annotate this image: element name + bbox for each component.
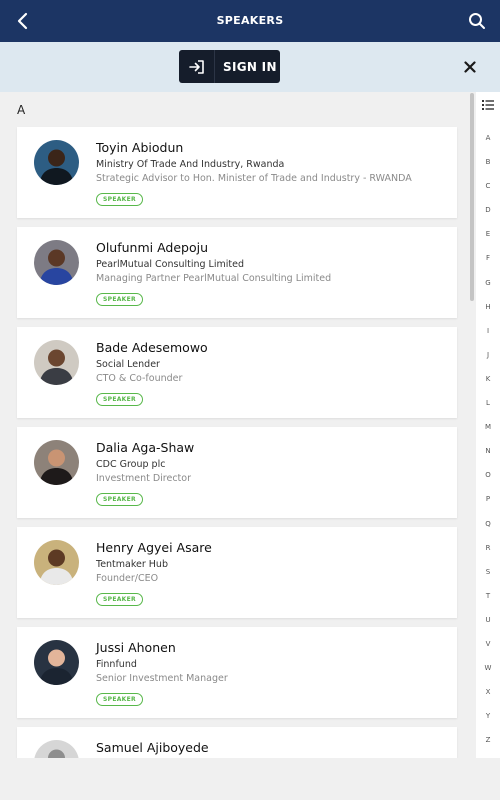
speaker-role: Founder/CEO <box>96 573 159 584</box>
index-letter[interactable]: K <box>476 373 500 397</box>
speaker-card[interactable]: Henry Agyei Asare Tentmaker Hub Founder/CE… <box>17 527 457 618</box>
index-letter[interactable]: E <box>476 228 500 252</box>
speaker-name: Henry Agyei Asare <box>96 540 212 555</box>
person-avatar-icon <box>34 640 79 685</box>
speaker-role: Strategic Advisor to Hon. Minister of Tr… <box>96 173 412 184</box>
close-icon <box>464 61 476 73</box>
speaker-name: Dalia Aga-Shaw <box>96 440 195 455</box>
speaker-card[interactable]: Jussi Ahonen Finnfund Senior Investment Ma… <box>17 627 457 718</box>
speaker-name: Jussi Ahonen <box>96 640 176 655</box>
avatar <box>34 140 79 185</box>
person-avatar-icon <box>34 440 79 485</box>
sign-in-label: SIGN IN <box>223 59 277 74</box>
speaker-badge: SPEAKER <box>96 293 143 306</box>
speaker-card[interactable]: Bade Adesemowo Social Lender CTO & Co-foun… <box>17 327 457 418</box>
speaker-info: Henry Agyei Asare Tentmaker Hub Founder/CE… <box>96 540 447 606</box>
index-letter[interactable]: T <box>476 590 500 614</box>
search-button[interactable] <box>462 6 492 36</box>
speaker-card[interactable]: Dalia Aga-Shaw CDC Group plc Investment Di… <box>17 427 457 518</box>
speaker-info: Toyin Abiodun Ministry Of Trade And Indus… <box>96 140 447 206</box>
index-letter[interactable]: A <box>476 132 500 156</box>
avatar <box>34 640 79 685</box>
speaker-badge: SPEAKER <box>96 693 143 706</box>
index-letter[interactable]: S <box>476 566 500 590</box>
index-letter[interactable]: M <box>476 421 500 445</box>
search-icon <box>469 13 485 29</box>
avatar <box>34 740 79 758</box>
index-letter[interactable]: R <box>476 542 500 566</box>
speaker-role: Senior Investment Manager <box>96 673 228 684</box>
index-letter[interactable]: Z <box>476 734 500 758</box>
avatar <box>34 540 79 585</box>
person-avatar-icon <box>34 140 79 185</box>
speaker-card[interactable]: Toyin Abiodun Ministry Of Trade And Indus… <box>17 127 457 218</box>
speaker-name: Toyin Abiodun <box>96 140 184 155</box>
bottom-area <box>0 758 500 800</box>
speaker-info: Dalia Aga-Shaw CDC Group plc Investment Di… <box>96 440 447 506</box>
speaker-badge: SPEAKER <box>96 193 143 206</box>
speaker-badge: SPEAKER <box>96 393 143 406</box>
sign-in-banner: SIGN IN <box>0 42 500 92</box>
speaker-badge: SPEAKER <box>96 493 143 506</box>
page-title: SPEAKERS <box>216 14 284 27</box>
avatar <box>34 440 79 485</box>
index-letter[interactable]: X <box>476 686 500 710</box>
speaker-name: Olufunmi Adepoju <box>96 240 209 255</box>
speaker-card[interactable]: Samuel Ajiboyede <box>17 727 457 758</box>
index-letter[interactable]: G <box>476 277 500 301</box>
scrollbar-thumb[interactable] <box>470 93 474 301</box>
speaker-list[interactable]: A Toyin Abiodun Ministry Of Trade And Ind… <box>0 92 468 758</box>
index-letter[interactable]: V <box>476 638 500 662</box>
speaker-organization: Tentmaker Hub <box>96 559 168 570</box>
person-avatar-icon <box>34 540 79 585</box>
section-header: A <box>17 103 26 117</box>
index-letter[interactable]: H <box>476 301 500 325</box>
index-letter[interactable]: J <box>476 349 500 373</box>
sign-in-icon <box>179 50 215 83</box>
index-letter[interactable]: D <box>476 204 500 228</box>
index-letter[interactable]: W <box>476 662 500 686</box>
sign-in-button[interactable]: SIGN IN <box>179 50 280 83</box>
index-letter[interactable]: B <box>476 156 500 180</box>
list-icon[interactable] <box>482 99 494 111</box>
speaker-card[interactable]: Olufunmi Adepoju PearlMutual Consulting L… <box>17 227 457 318</box>
close-banner-button[interactable] <box>458 55 482 79</box>
speakers-screen: SPEAKERS SIGN IN A Toyin Abiodun Ministr… <box>0 0 500 800</box>
speaker-name: Samuel Ajiboyede <box>96 740 209 755</box>
index-letter[interactable]: L <box>476 397 500 421</box>
speaker-info: Samuel Ajiboyede <box>96 740 447 756</box>
avatar <box>34 340 79 385</box>
speaker-role: CTO & Co-founder <box>96 373 183 384</box>
speaker-role: Managing Partner PearlMutual Consulting … <box>96 273 332 284</box>
speaker-name: Bade Adesemowo <box>96 340 208 355</box>
person-avatar-icon <box>34 240 79 285</box>
index-letter[interactable]: O <box>476 469 500 493</box>
index-letter[interactable]: C <box>476 180 500 204</box>
speaker-badge: SPEAKER <box>96 593 143 606</box>
person-avatar-icon <box>34 740 79 758</box>
index-letter[interactable]: I <box>476 325 500 349</box>
speaker-role: Investment Director <box>96 473 191 484</box>
index-letter[interactable]: U <box>476 614 500 638</box>
top-bar: SPEAKERS <box>0 0 500 42</box>
index-letter[interactable]: Y <box>476 710 500 734</box>
index-letter[interactable]: N <box>476 445 500 469</box>
alphabet-index: ABCDEFGHIJKLMNOPQRSTUVWXYZ <box>476 92 500 758</box>
index-letter[interactable]: Q <box>476 518 500 542</box>
index-letter[interactable]: P <box>476 493 500 517</box>
speaker-organization: CDC Group plc <box>96 459 166 470</box>
speaker-info: Olufunmi Adepoju PearlMutual Consulting L… <box>96 240 447 306</box>
person-avatar-icon <box>34 340 79 385</box>
index-letter[interactable]: F <box>476 252 500 276</box>
speaker-info: Jussi Ahonen Finnfund Senior Investment Ma… <box>96 640 447 706</box>
speaker-organization: Ministry Of Trade And Industry, Rwanda <box>96 159 285 170</box>
avatar <box>34 240 79 285</box>
speaker-organization: PearlMutual Consulting Limited <box>96 259 244 270</box>
speaker-organization: Social Lender <box>96 359 160 370</box>
speaker-info: Bade Adesemowo Social Lender CTO & Co-foun… <box>96 340 447 406</box>
speaker-organization: Finnfund <box>96 659 137 670</box>
